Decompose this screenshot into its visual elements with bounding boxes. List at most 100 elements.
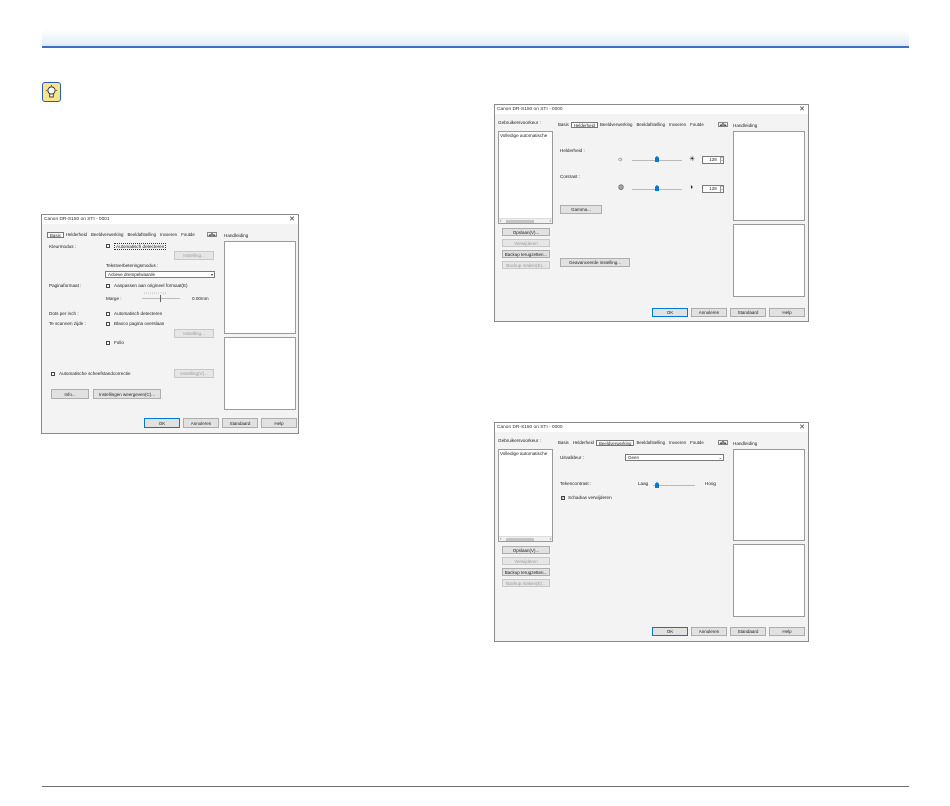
- tab-basis[interactable]: Basis: [556, 440, 571, 446]
- tab-strip: Basis Helderheid Beeldverwerking Beeldaf…: [556, 122, 706, 128]
- tekstverbetering-select[interactable]: Actieve drempelwaarde ▾: [105, 271, 215, 278]
- tab-invoeren[interactable]: Invoeren: [667, 122, 688, 128]
- blanco-checkbox[interactable]: [106, 322, 110, 326]
- spin-updown-icon[interactable]: ▲ ▼: [720, 186, 723, 192]
- verwijderen-button[interactable]: Verwijderen: [502, 239, 550, 247]
- tab-right-arrow-icon[interactable]: ▶: [723, 122, 728, 127]
- backup-maken-button[interactable]: Backup maken(E)...: [502, 261, 550, 269]
- gamma-button[interactable]: Gamma...: [560, 205, 602, 214]
- helderheid-value: 128: [709, 157, 717, 162]
- dialog-beeldverwerking: Canon DR-S150 on STI - 0000 ✕ Gebruikers…: [494, 422, 809, 642]
- auto-detect-checkbox[interactable]: [106, 244, 110, 248]
- backup-terugzetten-button[interactable]: Backup terugzetten...: [502, 250, 550, 258]
- auto-scheef-checkbox[interactable]: [51, 372, 55, 376]
- instellingen-weergeven-button[interactable]: Instellingen weergeven(C)...: [93, 389, 161, 399]
- tab-foutdetectie[interactable]: Foutde: [688, 122, 706, 128]
- annuleren-button[interactable]: Annuleren: [183, 418, 219, 428]
- tab-scroll-arrows[interactable]: ◀ ▶: [718, 440, 728, 445]
- scroll-left-icon[interactable]: ‹: [500, 536, 501, 541]
- instelling-button-2[interactable]: Instelling...: [174, 329, 214, 338]
- tab-foutdetectie[interactable]: Foutde: [179, 232, 197, 238]
- contrast-spinbox[interactable]: 128 ▲ ▼: [702, 185, 724, 193]
- annuleren-button[interactable]: Annuleren: [691, 627, 727, 636]
- tab-scroll-arrows[interactable]: ◀ ▶: [718, 122, 728, 127]
- folio-checkbox[interactable]: [106, 341, 110, 345]
- geavanceerde-instelling-button[interactable]: Geavanceerde instelling...: [560, 258, 630, 267]
- tab-foutdetectie[interactable]: Foutde: [688, 440, 706, 446]
- opslaan-button[interactable]: Opslaan(V)...: [502, 228, 550, 236]
- dpi-label: Dots per inch :: [49, 311, 79, 316]
- scroll-right-icon[interactable]: ›: [550, 536, 551, 541]
- close-icon[interactable]: ✕: [799, 105, 805, 113]
- help-button[interactable]: Help: [769, 308, 805, 317]
- tab-helderheid[interactable]: Helderheid: [571, 440, 596, 446]
- verwijderen-button[interactable]: Verwijderen: [502, 557, 550, 565]
- tab-beeldafstelling[interactable]: Beeldafstelling: [125, 232, 158, 238]
- window-title: Canon DR-S150 on STI - 0001: [44, 217, 110, 222]
- tab-beeldverwerking[interactable]: Beeldverwerking: [596, 440, 635, 446]
- instelling-v-button[interactable]: Instelling(V)...: [174, 369, 214, 378]
- spin-updown-icon[interactable]: ▲ ▼: [720, 157, 723, 163]
- aanpassen-checkbox[interactable]: [106, 284, 110, 288]
- scroll-thumb[interactable]: [506, 220, 534, 223]
- contrast-label: Contrast :: [560, 174, 580, 179]
- header-rule: [42, 46, 909, 48]
- info-button[interactable]: Info...: [51, 389, 89, 399]
- tab-beeldverwerking[interactable]: Beeldverwerking: [89, 232, 125, 238]
- scroll-thumb[interactable]: [506, 538, 534, 541]
- contrast-slider-thumb[interactable]: [655, 185, 659, 191]
- standaard-button[interactable]: Standaard: [730, 308, 766, 317]
- tab-beeldafstelling[interactable]: Beeldafstelling: [634, 122, 667, 128]
- tab-right-arrow-icon[interactable]: ▶: [212, 232, 217, 237]
- marge-slider-track[interactable]: [142, 298, 180, 299]
- tab-beeldverwerking[interactable]: Beeldverwerking: [598, 122, 634, 128]
- standaard-button[interactable]: Standaard: [730, 627, 766, 636]
- standaard-button[interactable]: Standaard: [222, 418, 258, 428]
- tab-right-arrow-icon[interactable]: ▶: [723, 440, 728, 445]
- title-bar: Canon DR-S150 on STI - 0000 ✕: [495, 105, 808, 114]
- ok-button[interactable]: OK: [652, 627, 688, 636]
- paginaformaat-label: Paginaformaat :: [49, 283, 82, 288]
- instelling-button[interactable]: Instelling...: [174, 251, 214, 260]
- scroll-right-icon[interactable]: ›: [550, 218, 551, 223]
- schaduw-checkbox[interactable]: [561, 495, 565, 500]
- help-button[interactable]: Help: [261, 418, 297, 428]
- contrast-value: 128: [709, 186, 717, 191]
- tab-beeldafstelling[interactable]: Beeldafstelling: [634, 440, 667, 446]
- preset-list[interactable]: Volledige automatische ‹ ›: [498, 131, 553, 224]
- manual-panel-top: [224, 241, 296, 334]
- kleurmodus-label: Kleurmodus :: [49, 244, 77, 249]
- close-icon[interactable]: ✕: [289, 215, 295, 223]
- scroll-left-icon[interactable]: ‹: [500, 218, 501, 223]
- annuleren-button[interactable]: Annuleren: [691, 308, 727, 317]
- preset-hscroll[interactable]: ‹ ›: [499, 218, 552, 223]
- opslaan-button[interactable]: Opslaan(V)...: [502, 546, 550, 554]
- uitvalkleur-select[interactable]: Geen ⌄: [625, 454, 724, 461]
- tab-scroll-arrows[interactable]: ◀ ▶: [207, 232, 217, 237]
- preset-hscroll[interactable]: ‹ ›: [499, 536, 552, 541]
- ok-button[interactable]: OK: [144, 418, 180, 428]
- tab-helderheid[interactable]: Helderheid: [570, 122, 598, 128]
- backup-terugzetten-button[interactable]: Backup terugzetten...: [502, 568, 550, 576]
- close-icon[interactable]: ✕: [799, 423, 805, 431]
- helderheid-spinbox[interactable]: 128 ▲ ▼: [702, 156, 724, 164]
- help-button[interactable]: Help: [769, 627, 805, 636]
- tekencontrast-slider-track[interactable]: [653, 485, 695, 486]
- tab-basis[interactable]: Basis: [556, 122, 571, 128]
- preset-item[interactable]: Volledige automatische: [500, 133, 547, 138]
- te-scannen-label: Te scannen zijde :: [49, 321, 86, 326]
- tab-invoeren[interactable]: Invoeren: [667, 440, 688, 446]
- tab-basis[interactable]: Basis: [47, 232, 64, 238]
- contrast-low-icon: ◍: [618, 184, 625, 191]
- backup-maken-button[interactable]: Backup maken(E)...: [502, 579, 550, 587]
- lightbulb-icon: [46, 85, 57, 98]
- tab-invoeren[interactable]: Invoeren: [158, 232, 179, 238]
- preset-list[interactable]: Volledige automatische ‹ ›: [498, 449, 553, 542]
- marge-slider-thumb[interactable]: [160, 295, 161, 302]
- contrast-high-icon: ◑: [689, 184, 694, 191]
- ok-button[interactable]: OK: [652, 308, 688, 317]
- tab-helderheid[interactable]: Helderheid: [64, 232, 89, 238]
- dpi-auto-checkbox[interactable]: [106, 312, 110, 316]
- preset-item[interactable]: Volledige automatische: [500, 451, 547, 456]
- helderheid-slider-thumb[interactable]: [655, 156, 659, 162]
